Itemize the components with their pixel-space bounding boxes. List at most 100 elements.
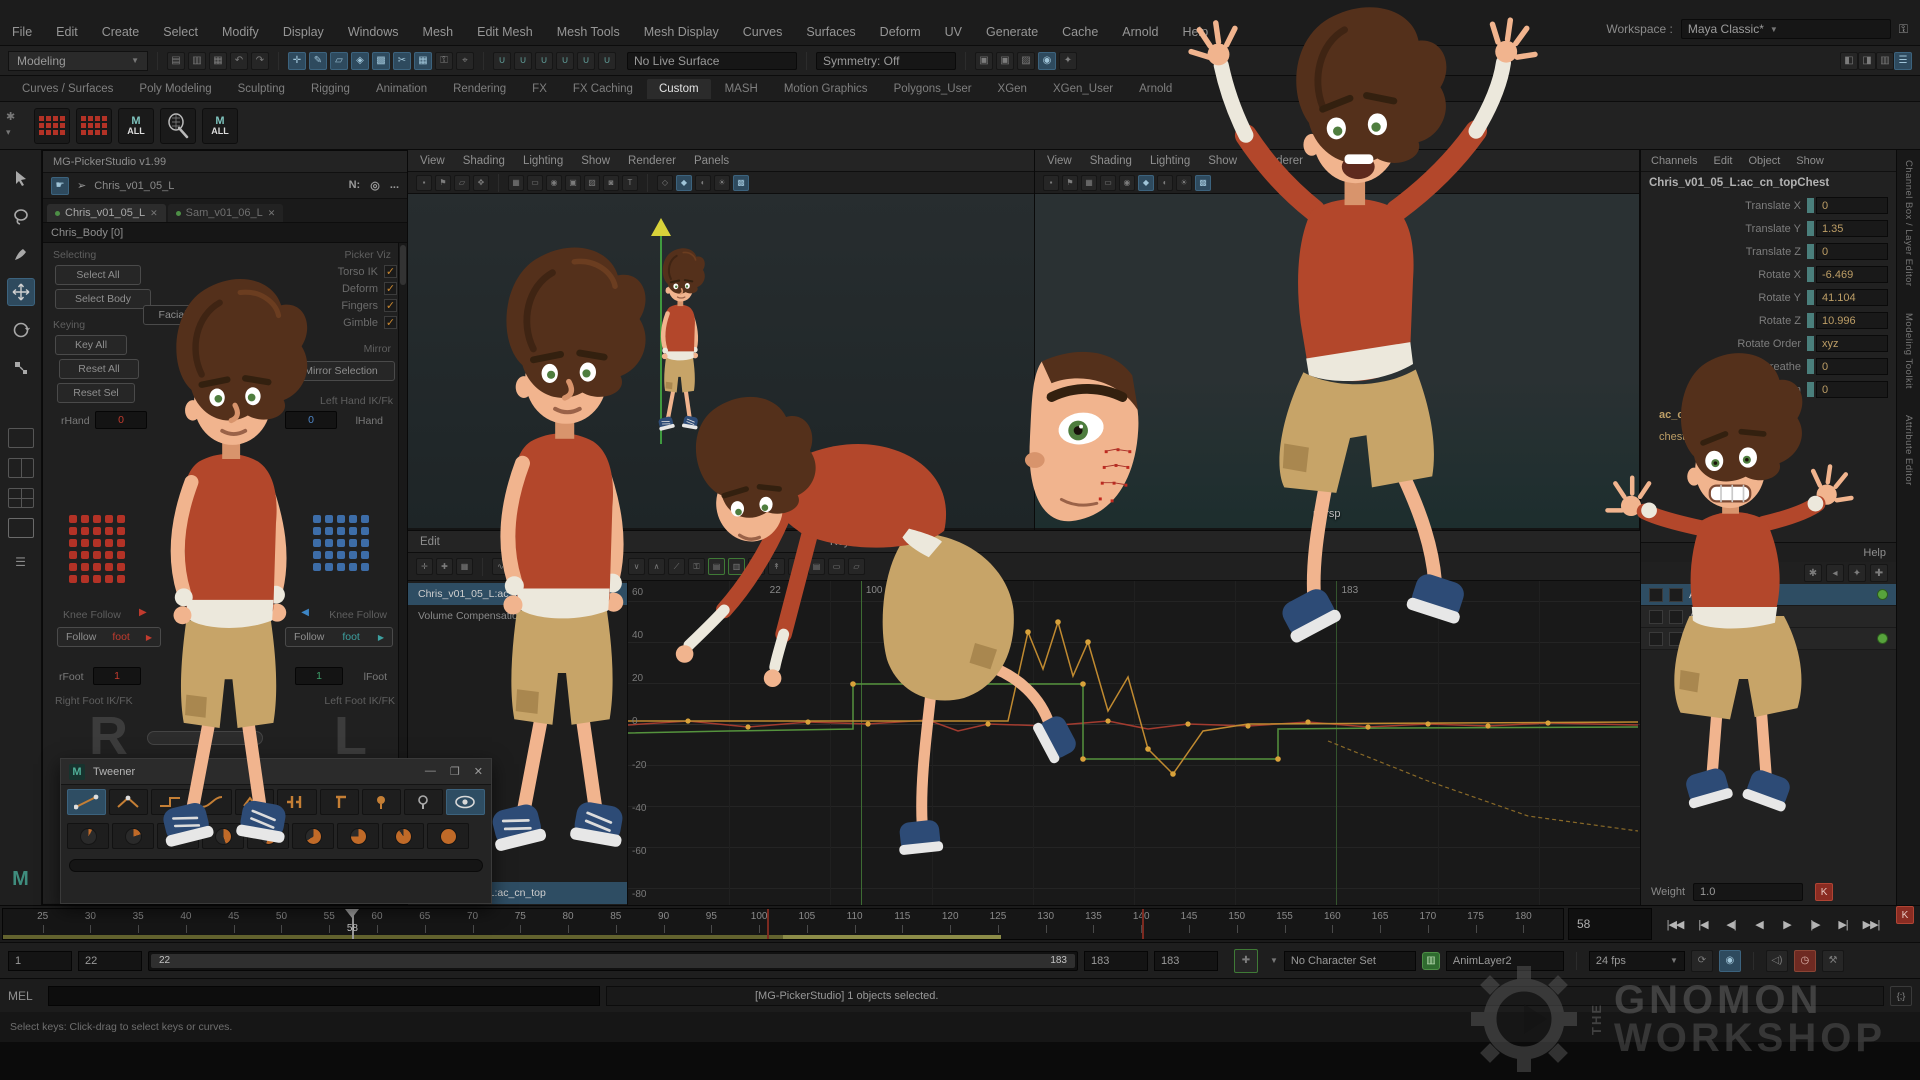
layer-mute-toggle[interactable]	[1649, 610, 1663, 624]
picker-tab[interactable]: Chris_v01_05_L ✕	[47, 204, 166, 222]
tween-between-icon[interactable]	[67, 789, 106, 815]
grid-toggle-icon[interactable]: ▦	[1081, 175, 1097, 191]
shelf-tab[interactable]: Motion Graphics	[772, 79, 880, 99]
new-layer-icon[interactable]: ✚	[1870, 564, 1888, 582]
buffer-curve-snapshot-icon[interactable]: ▤	[708, 558, 725, 575]
tweener-titlebar[interactable]: M Tweener — ❐ ✕	[61, 759, 491, 785]
menu-item[interactable]: Mesh Display	[644, 25, 719, 39]
picker-slider[interactable]	[147, 731, 263, 745]
layer-lock-toggle[interactable]	[1669, 588, 1683, 602]
selection-mask-icon[interactable]: ⌖	[456, 52, 474, 70]
tween-breakdown-icon[interactable]	[109, 789, 148, 815]
channel-value-field[interactable]: 0	[1816, 381, 1888, 398]
sidebar-channelbox-icon[interactable]: ▥	[1876, 52, 1894, 70]
move-nearest-key-icon[interactable]: ✛	[416, 558, 433, 575]
shelf-tab[interactable]: Animation	[364, 79, 439, 99]
undo-icon[interactable]: ↶	[230, 52, 248, 70]
move-tool-icon[interactable]	[7, 278, 35, 306]
channel-value-field[interactable]: 0	[1816, 197, 1888, 214]
symmetry-icon[interactable]: ▩	[372, 52, 390, 70]
namespace-icon[interactable]: N:	[349, 179, 361, 192]
new-scene-icon[interactable]: ▤	[167, 52, 185, 70]
render-settings-icon[interactable]: ▨	[1017, 52, 1035, 70]
graph-editor-curve-area[interactable]: 6040200-20-40-60-80 22 100 183	[628, 581, 1640, 906]
minimize-icon[interactable]: —	[425, 765, 436, 778]
maximize-icon[interactable]: ❐	[450, 765, 460, 778]
menu-item[interactable]: Curves	[743, 25, 783, 39]
sidebar-vertical-tab[interactable]: Attribute Editor	[1903, 415, 1914, 486]
tween-preset-33[interactable]	[157, 823, 199, 849]
safe-action-icon[interactable]: ◙	[603, 175, 619, 191]
tween-preset-75[interactable]	[337, 823, 379, 849]
layer-mute-toggle[interactable]	[1649, 632, 1663, 646]
tween-overshoot-icon[interactable]	[235, 789, 274, 815]
layer-lock-toggle[interactable]	[1669, 610, 1683, 624]
snap-curve-magnet-icon[interactable]: ∪	[514, 52, 532, 70]
channel-value-field[interactable]: xyz	[1816, 335, 1888, 352]
viewport-menu-item[interactable]: Lighting	[1150, 155, 1190, 167]
redo-icon[interactable]: ↷	[251, 52, 269, 70]
rotate-tool-icon[interactable]	[7, 316, 35, 344]
curve-smoothness-icon[interactable]: ∿	[788, 558, 805, 575]
open-dope-sheet-icon[interactable]: ▤	[808, 558, 825, 575]
bookmark-icon[interactable]: ⚑	[435, 175, 451, 191]
viz-checkbox-row[interactable]: Fingers✓	[341, 299, 397, 312]
keys-hollow-icon[interactable]	[404, 789, 443, 815]
checkbox-checked-icon[interactable]: ✓	[384, 282, 397, 295]
channel-row[interactable]: Translate Z 0	[1641, 240, 1896, 263]
xray-icon[interactable]: ▩	[733, 175, 749, 191]
current-frame-field[interactable]: 58	[1568, 908, 1652, 940]
channel-value-field[interactable]: 0	[1816, 243, 1888, 260]
tween-step-icon[interactable]	[151, 789, 190, 815]
snap-point-magnet-icon[interactable]: ∪	[535, 52, 553, 70]
tween-preset-10[interactable]	[67, 823, 109, 849]
shelf-tab[interactable]: FX Caching	[561, 79, 645, 99]
menu-set-dropdown[interactable]: Modeling▼	[8, 51, 148, 71]
range-slider-bar[interactable]: 22 183	[151, 954, 1075, 968]
flat-tangent-icon[interactable]: —	[552, 558, 569, 575]
shelf-item-picker-red-2[interactable]	[76, 108, 112, 144]
tween-preset-50[interactable]	[247, 823, 289, 849]
channel-box-menu-item[interactable]: Object	[1748, 155, 1780, 167]
shelf-tab[interactable]: XGen_User	[1041, 79, 1125, 99]
selected-node-name[interactable]: Chris_v01_05_L:ac_cn_topChest	[1641, 172, 1896, 194]
viz-checkbox-row[interactable]: Torso IK✓	[338, 265, 397, 278]
anim-layer-row[interactable]: AnimLayer1	[1641, 606, 1896, 628]
shelf-tab[interactable]: Custom	[647, 79, 711, 99]
layout-single-pane-icon[interactable]	[8, 428, 34, 448]
viewport-menu-item[interactable]: Lighting	[523, 155, 563, 167]
menu-item[interactable]: Deform	[880, 25, 921, 39]
layout-two-pane-icon[interactable]	[8, 458, 34, 478]
outliner-list-icon[interactable]: ☰	[7, 548, 35, 576]
viewport-menu-item[interactable]: Shading	[463, 155, 505, 167]
launch-icon[interactable]: ◉	[1038, 52, 1056, 70]
channel-box-menu-item[interactable]: Channels	[1651, 155, 1697, 167]
open-trax-icon[interactable]: ▭	[828, 558, 845, 575]
menu-item[interactable]: Create	[102, 25, 140, 39]
viewport-menu-item[interactable]: Shading	[1090, 155, 1132, 167]
reset-all-button[interactable]: Reset All	[59, 359, 139, 379]
animation-start-field[interactable]: 1	[8, 951, 72, 971]
range-slider[interactable]: 22 183	[148, 951, 1078, 971]
left-follow-foot-button[interactable]: Followfoot▶	[285, 627, 393, 647]
select-by-hierarchy-icon[interactable]: ✛	[288, 52, 306, 70]
channel-row[interactable]: Translate Y 1.35	[1641, 217, 1896, 240]
arrow-right-red-icon[interactable]: ▶	[139, 607, 147, 618]
wireframe-icon[interactable]: ◇	[657, 175, 673, 191]
menu-item[interactable]: Cache	[1062, 25, 1098, 39]
sidebar-toolkit-icon[interactable]: ◨	[1858, 52, 1876, 70]
weight-key-button[interactable]: K	[1815, 883, 1833, 901]
lhand-value-field[interactable]: 0	[285, 411, 337, 429]
sidebar-vertical-tab[interactable]: Modeling Toolkit	[1903, 313, 1914, 389]
close-icon[interactable]: ✕	[150, 208, 158, 219]
tween-preset-100[interactable]	[427, 823, 469, 849]
transport-button[interactable]: ▶	[1774, 912, 1800, 936]
viewport-menu-item[interactable]: Renderer	[628, 155, 676, 167]
transport-button[interactable]: ◀|	[1718, 912, 1744, 936]
channel-row[interactable]: Translate X 0	[1641, 194, 1896, 217]
snap-view-magnet-icon[interactable]: ∪	[577, 52, 595, 70]
checkbox-checked-icon[interactable]: ✓	[384, 316, 397, 329]
shelf-tab[interactable]: Rigging	[299, 79, 362, 99]
shelf-item-picker-red-1[interactable]	[34, 108, 70, 144]
menu-item[interactable]: Mesh Tools	[557, 25, 620, 39]
